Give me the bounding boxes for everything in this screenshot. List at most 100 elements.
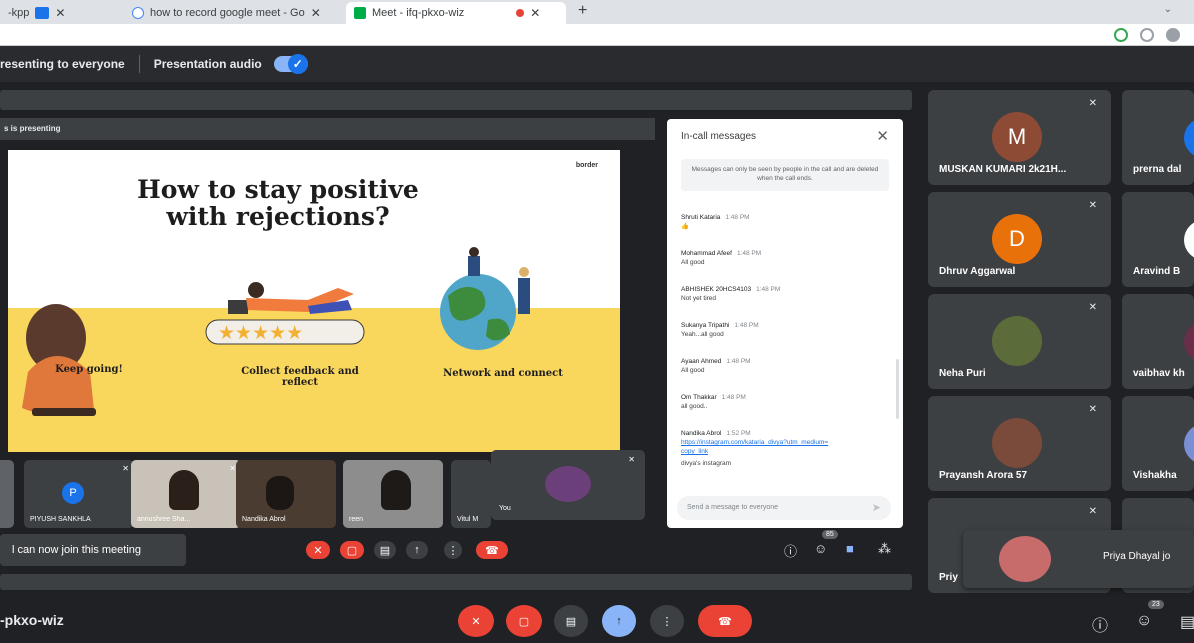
- captions-button[interactable]: ▤: [554, 605, 588, 637]
- chat-scrollbar[interactable]: [896, 359, 899, 419]
- filmstrip-tile[interactable]: ✕ annushree Sha...: [131, 460, 241, 528]
- participant-name: PIYUSH SANKHLA: [30, 516, 91, 523]
- chat-message-input[interactable]: Send a message to everyone ➤: [677, 496, 891, 520]
- chat-notice: Messages can only be seen by people in t…: [681, 159, 889, 191]
- chat-message: ABHISHEK 20HCS4103 1:48 PM Not yet tired: [681, 286, 781, 302]
- inner-mic-off-button: ✕: [306, 541, 330, 559]
- participant-tile[interactable]: prerna dal: [1122, 90, 1194, 185]
- more-options-button[interactable]: ⋮: [650, 605, 684, 637]
- inner-captions-button: ▤: [374, 541, 396, 559]
- meeting-details-icon[interactable]: ⓘ: [1092, 612, 1108, 636]
- join-toast: l can now join this meeting: [0, 534, 186, 566]
- chat-message: Sukanya Tripathi 1:48 PM Yeah...all good: [681, 322, 759, 338]
- chat-message: Ayaan Ahmed 1:48 PM All good: [681, 358, 751, 374]
- extension-icon[interactable]: [1114, 28, 1128, 42]
- divider: [138, 55, 140, 73]
- tab-search-icon[interactable]: ⌄: [1164, 4, 1172, 15]
- participant-name: MUSKAN KUMARI 2k21H...: [939, 164, 1067, 175]
- participant-name: Aravind B: [1133, 266, 1181, 277]
- address-bar[interactable]: [0, 24, 1194, 46]
- inner-hang-up-button: ☎: [476, 541, 508, 559]
- avatar: [992, 316, 1042, 366]
- participant-name: annushree Sha...: [137, 516, 191, 523]
- browser-tab-2[interactable]: how to record google meet - Go ✕: [124, 2, 329, 24]
- participant-tile[interactable]: vaibhav kh: [1122, 294, 1194, 389]
- hang-up-button[interactable]: ☎: [698, 605, 752, 637]
- participant-tile[interactable]: ✕ D Dhruv Aggarwal: [928, 192, 1111, 287]
- new-tab-button[interactable]: +: [578, 2, 587, 20]
- presenting-to-everyone-label: resenting to everyone: [0, 57, 125, 71]
- inner-present-button: ↑: [406, 541, 428, 559]
- filmstrip-tile[interactable]: Nandika Abrol: [236, 460, 336, 528]
- meet-icon: [354, 7, 366, 19]
- close-icon[interactable]: ✕: [311, 6, 321, 20]
- avatar: D: [992, 214, 1042, 264]
- close-icon[interactable]: ✕: [55, 6, 65, 20]
- participant-tile[interactable]: Vishakha: [1122, 396, 1194, 491]
- browser-tab-strip: -kpp ✕ how to record google meet - Go ✕ …: [0, 0, 1194, 24]
- participant-tile[interactable]: ✕ M MUSKAN KUMARI 2k21H...: [928, 90, 1111, 185]
- presentation-audio-toggle[interactable]: ✓: [273, 54, 308, 74]
- presentation-top-strip: [0, 90, 912, 110]
- participant-tile[interactable]: ✕ Neha Puri: [928, 294, 1111, 389]
- tab-label: -kpp: [8, 7, 30, 19]
- browser-tab-meet[interactable]: Meet - ifq-pkxo-wiz ✕: [346, 2, 566, 24]
- google-icon: [132, 7, 144, 19]
- participant-name: vaibhav kh: [1133, 368, 1185, 379]
- mic-off-button[interactable]: ✕: [458, 605, 494, 637]
- filmstrip-tile[interactable]: ✕ P PIYUSH SANKHLA: [24, 460, 134, 528]
- recording-dot-icon: [516, 9, 525, 17]
- participant-name: Priya Dhayal jo: [1103, 551, 1171, 562]
- check-icon: ✓: [287, 54, 308, 74]
- profile-avatar[interactable]: [1166, 28, 1180, 42]
- camera-off-button[interactable]: ▢: [506, 605, 542, 637]
- close-chat-button[interactable]: ✕: [876, 127, 889, 145]
- presentation-audio-label: Presentation audio: [153, 57, 262, 71]
- caption-keep-going: Keep going!: [55, 364, 123, 375]
- participant-name: reen: [349, 516, 364, 523]
- tab-label: how to record google meet - Go: [150, 7, 305, 19]
- participant-name: Vitul M: [457, 516, 479, 523]
- mic-off-icon: ✕: [229, 464, 236, 473]
- participant-tile[interactable]: Aravind B: [1122, 192, 1194, 287]
- chat-input-placeholder: Send a message to everyone: [687, 504, 779, 511]
- chat-link[interactable]: https://instagram.com/kataria_divya?utm_…: [681, 438, 831, 456]
- globe-illustration: [440, 247, 530, 350]
- send-icon[interactable]: ➤: [872, 501, 881, 514]
- present-now-button[interactable]: ↑: [602, 605, 636, 637]
- people-count-badge: 23: [1148, 600, 1164, 609]
- presentation-bar: resenting to everyone Presentation audio…: [0, 46, 1194, 82]
- meeting-code: -pkxo-wiz: [0, 612, 64, 628]
- avatar: [992, 418, 1042, 468]
- inner-more-button: ⋮: [444, 541, 462, 559]
- filmstrip-tile[interactable]: reen: [343, 460, 443, 528]
- presenting-banner: s is presenting: [0, 118, 655, 140]
- chat-header: In-call messages: [681, 131, 757, 142]
- browser-tab-1[interactable]: -kpp ✕: [0, 2, 73, 24]
- bottom-strip: [0, 574, 912, 590]
- inner-activities-icon: ⁂: [878, 541, 891, 556]
- participant-tile[interactable]: ✕ Prayansh Arora 57: [928, 396, 1111, 491]
- caption-network: Network and connect: [443, 368, 563, 379]
- chat-message: Mohammad Afeef 1:48 PM All good: [681, 250, 762, 266]
- man-laptop-illustration: [228, 282, 354, 314]
- avatar: [1184, 220, 1194, 260]
- inner-info-icon: ⓘ: [784, 544, 798, 559]
- avatar: [1184, 118, 1194, 158]
- filmstrip-tile[interactable]: Vitul M: [451, 460, 491, 528]
- participant-name: Neha Puri: [939, 368, 986, 379]
- close-icon[interactable]: ✕: [530, 6, 540, 20]
- in-call-messages-panel: In-call messages ✕ Messages can only be …: [667, 119, 903, 528]
- mic-off-icon: ✕: [122, 464, 129, 473]
- mic-off-icon: ✕: [1088, 200, 1097, 211]
- avatar: [999, 536, 1051, 582]
- chat-icon[interactable]: ▤: [1180, 612, 1194, 632]
- mic-off-icon: ✕: [1088, 506, 1097, 517]
- extension-icon[interactable]: [1140, 28, 1154, 42]
- floating-participant-tile[interactable]: Priya Dhayal jo: [963, 530, 1194, 588]
- video-feed: [381, 470, 411, 510]
- inner-camera-off-button: ▢: [340, 541, 364, 559]
- people-icon[interactable]: ☺: [1136, 612, 1152, 630]
- self-view-tile[interactable]: ✕ You: [491, 450, 645, 520]
- avatar: [1184, 322, 1194, 362]
